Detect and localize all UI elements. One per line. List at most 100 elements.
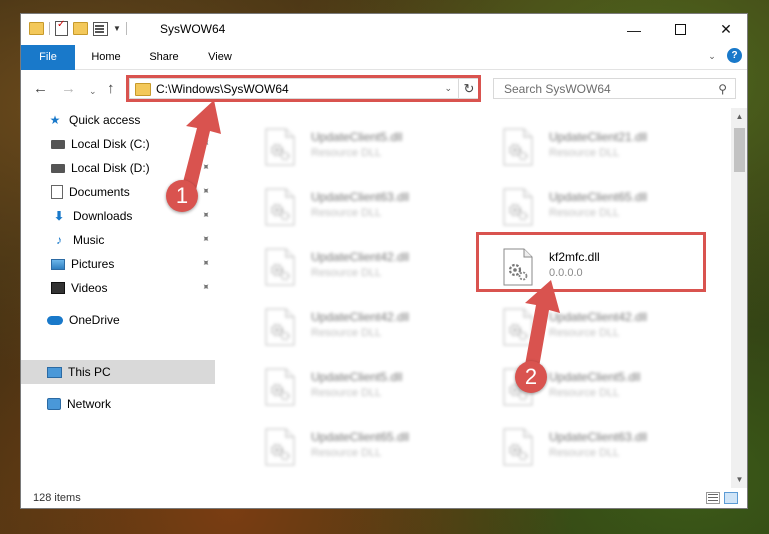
sidebar-item-videos[interactable]: Videos ✦ xyxy=(21,276,245,300)
toolbar-divider xyxy=(49,22,50,35)
back-arrow-icon[interactable]: ← xyxy=(33,81,48,96)
pin-icon[interactable]: ✦ xyxy=(198,281,212,295)
dll-file-icon xyxy=(503,308,533,346)
item-count: 128 items xyxy=(33,492,81,504)
sidebar-item-label: This PC xyxy=(68,365,111,379)
ribbon-tabs: File Home Share View ⌄ ? xyxy=(21,45,747,97)
file-item[interactable]: UpdateClient42.dll Resource DLL xyxy=(477,300,709,352)
sidebar-item-label: Local Disk (D:) xyxy=(71,161,150,175)
local-disk-icon xyxy=(51,163,65,173)
scroll-up-icon[interactable]: ▲ xyxy=(731,108,747,125)
help-icon[interactable]: ? xyxy=(727,48,742,63)
tab-home[interactable]: Home xyxy=(83,45,129,69)
file-item[interactable]: UpdateClient5.dll Resource DLL xyxy=(239,360,471,412)
sidebar-item-network[interactable]: Network xyxy=(21,392,241,416)
file-description: Resource DLL xyxy=(311,267,382,279)
sidebar-item-local-disk-d[interactable]: Local Disk (D:) ✦ xyxy=(21,156,245,180)
properties-icon[interactable] xyxy=(55,19,68,36)
file-explorer-window: ▼ SysWOW64 — ✕ File Home Share View ⌄ ? … xyxy=(20,13,748,509)
pin-icon[interactable]: ✦ xyxy=(198,257,212,271)
pin-icon[interactable]: ✦ xyxy=(198,137,212,151)
recent-locations-chevron-icon[interactable]: ⌄ xyxy=(89,84,97,99)
maximize-icon xyxy=(674,24,686,35)
refresh-icon: ↻ xyxy=(463,81,475,96)
forward-arrow-icon[interactable]: → xyxy=(61,81,76,96)
large-icons-view-icon[interactable] xyxy=(724,492,738,504)
sidebar-item-quick-access[interactable]: ★ Quick access xyxy=(21,108,241,132)
customize-toolbar-chevron-icon[interactable]: ▼ xyxy=(113,24,121,33)
file-description: Resource DLL xyxy=(311,327,382,339)
file-name: UpdateClient63.dll xyxy=(549,430,648,444)
new-folder-icon[interactable] xyxy=(73,22,88,35)
view-options-icon[interactable] xyxy=(93,21,108,36)
dll-file-icon xyxy=(503,188,533,226)
tab-view[interactable]: View xyxy=(199,45,241,69)
file-name: UpdateClient65.dll xyxy=(549,190,648,204)
file-description: Resource DLL xyxy=(311,447,382,459)
file-description: 0.0.0.0 xyxy=(549,267,583,279)
up-arrow-icon[interactable]: ↑ xyxy=(107,81,115,96)
file-item[interactable]: UpdateClient21.dll Resource DLL xyxy=(477,120,709,172)
music-icon: ♪ xyxy=(56,233,62,247)
file-item[interactable]: UpdateClient65.dll Resource DLL xyxy=(239,420,471,472)
sidebar-item-label: OneDrive xyxy=(69,313,120,327)
address-path[interactable]: C:\Windows\SysWOW64 xyxy=(156,82,289,96)
file-item[interactable]: UpdateClient42.dll Resource DLL xyxy=(239,240,471,292)
scroll-down-icon[interactable]: ▼ xyxy=(731,471,747,488)
refresh-button[interactable]: ↻ xyxy=(459,78,480,99)
file-extra-info: - xyxy=(549,282,553,294)
toolbar-divider xyxy=(125,22,127,35)
sidebar-item-pictures[interactable]: Pictures ✦ xyxy=(21,252,245,276)
file-name: UpdateClient5.dll xyxy=(311,130,403,144)
sidebar-item-onedrive[interactable]: OneDrive xyxy=(21,308,241,332)
address-bar[interactable]: C:\Windows\SysWOW64 ⌄ xyxy=(129,78,459,99)
vertical-scrollbar[interactable]: ▲ ▼ xyxy=(731,108,747,488)
file-description: Resource DLL xyxy=(311,387,382,399)
sidebar-item-label: Downloads xyxy=(73,209,133,223)
file-list: UpdateClient5.dll Resource DLL UpdateClien… xyxy=(217,108,731,488)
file-name: UpdateClient5.dll xyxy=(311,370,403,384)
tab-share[interactable]: Share xyxy=(139,45,189,69)
pin-icon[interactable]: ✦ xyxy=(198,209,212,223)
pin-icon[interactable]: ✦ xyxy=(198,233,212,247)
file-description: Resource DLL xyxy=(549,447,620,459)
sidebar-item-label: Network xyxy=(67,397,112,411)
file-description: Resource DLL xyxy=(311,147,382,159)
file-item[interactable]: UpdateClient5.dll Resource DLL xyxy=(477,360,709,412)
downloads-icon: ⬇ xyxy=(53,209,65,223)
sidebar-item-label: Music xyxy=(73,233,105,247)
sidebar-item-documents[interactable]: Documents ✦ xyxy=(21,180,245,204)
file-item[interactable]: UpdateClient5.dll Resource DLL xyxy=(239,120,471,172)
dll-file-icon xyxy=(503,248,533,286)
file-name: UpdateClient5.dll xyxy=(549,370,641,384)
file-item-target[interactable]: kf2mfc.dll 0.0.0.0 - xyxy=(477,240,709,294)
sidebar-item-local-disk-c[interactable]: Local Disk (C:) ✦ xyxy=(21,132,245,156)
minimize-icon: — xyxy=(627,21,641,38)
search-icon[interactable]: ⚲ xyxy=(718,82,727,96)
dll-file-icon xyxy=(265,248,295,286)
sidebar-item-music[interactable]: ♪ Music ✦ xyxy=(21,228,245,252)
file-item[interactable]: UpdateClient65.dll Resource DLL xyxy=(477,180,709,232)
file-item[interactable]: UpdateClient63.dll Resource DLL xyxy=(239,180,471,232)
sidebar-item-label: Quick access xyxy=(69,113,141,127)
minimize-button[interactable]: — xyxy=(611,14,657,45)
scroll-thumb[interactable] xyxy=(734,128,745,172)
pin-icon[interactable]: ✦ xyxy=(198,185,212,199)
address-history-chevron-icon[interactable]: ⌄ xyxy=(444,83,452,94)
dll-file-icon xyxy=(265,368,295,406)
sidebar-item-this-pc[interactable]: This PC xyxy=(21,360,215,384)
pin-icon[interactable]: ✦ xyxy=(198,161,212,175)
search-input[interactable] xyxy=(502,81,706,97)
close-button[interactable]: ✕ xyxy=(703,14,747,45)
maximize-button[interactable] xyxy=(657,14,703,45)
sidebar-item-label: Videos xyxy=(71,281,108,295)
file-item[interactable]: UpdateClient63.dll Resource DLL xyxy=(477,420,709,472)
onedrive-icon xyxy=(47,315,63,325)
details-view-icon[interactable] xyxy=(706,492,720,504)
file-name: UpdateClient65.dll xyxy=(311,430,410,444)
file-description: Resource DLL xyxy=(549,327,620,339)
sidebar-item-downloads[interactable]: ⬇ Downloads ✦ xyxy=(21,204,245,228)
expand-ribbon-chevron-icon[interactable]: ⌄ xyxy=(705,49,719,63)
file-item[interactable]: UpdateClient42.dll Resource DLL xyxy=(239,300,471,352)
search-box[interactable]: ⚲ xyxy=(493,78,736,99)
